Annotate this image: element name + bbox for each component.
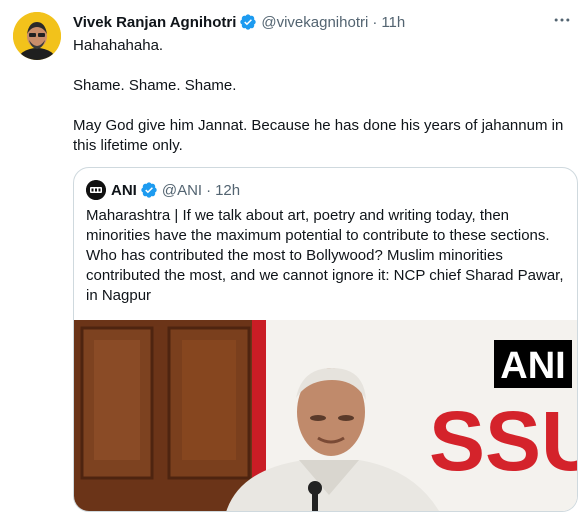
quoted-author-handle[interactable]: @ANI xyxy=(162,182,202,199)
tweet-line: Shame. Shame. Shame. xyxy=(73,77,237,94)
verified-badge-icon xyxy=(239,13,257,31)
ani-watermark: ANI xyxy=(500,345,565,387)
verified-badge-icon xyxy=(140,181,158,199)
more-options-button[interactable] xyxy=(550,10,574,30)
tweet[interactable]: Vivek Ranjan Agnihotri @vivekagnihotri ·… xyxy=(0,0,580,512)
separator-dot: · xyxy=(372,13,378,31)
quoted-tweet-text: Maharashtra | If we talk about art, poet… xyxy=(86,207,564,304)
quoted-tweet-timestamp[interactable]: 12h xyxy=(215,182,240,199)
quoted-tweet-media[interactable]: SSU ANI xyxy=(74,320,578,511)
author-handle[interactable]: @vivekagnihotri xyxy=(261,14,368,31)
quoted-author-name[interactable]: ANI xyxy=(111,182,137,199)
ani-logo-icon xyxy=(86,180,106,200)
tweet-header: Vivek Ranjan Agnihotri @vivekagnihotri ·… xyxy=(73,12,405,32)
separator-dot: · xyxy=(206,181,212,199)
backdrop-text: SSU xyxy=(429,394,578,488)
tweet-line: Hahahahaha. xyxy=(73,37,164,54)
quoted-tweet-header: ANI @ANI · 12h xyxy=(86,180,240,200)
quoted-tweet[interactable]: ANI @ANI · 12h Maharashtra | If we talk … xyxy=(73,167,578,512)
tweet-timestamp[interactable]: 11h xyxy=(381,14,405,31)
media-image: SSU ANI xyxy=(74,320,578,511)
author-avatar-image xyxy=(13,12,61,60)
author-name[interactable]: Vivek Ranjan Agnihotri xyxy=(73,14,236,31)
more-options-icon xyxy=(554,18,570,22)
tweet-line: May God give him Jannat. Because he has … xyxy=(73,117,564,154)
author-avatar[interactable] xyxy=(13,12,61,60)
tweet-text: Hahahahaha. Shame. Shame. Shame. May God… xyxy=(73,36,571,176)
quoted-author-avatar[interactable] xyxy=(86,180,106,200)
